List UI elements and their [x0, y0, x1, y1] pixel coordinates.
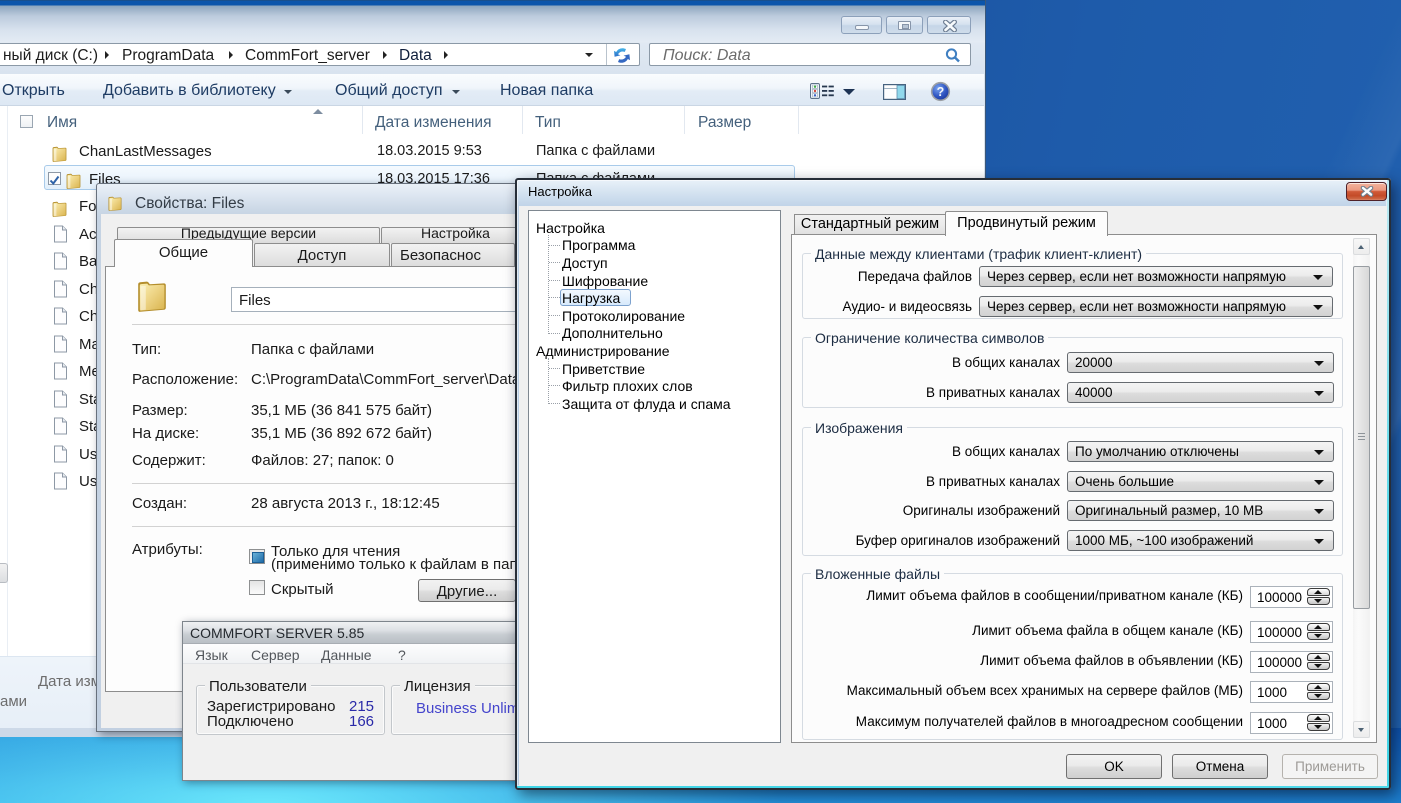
- svg-text:?: ?: [937, 85, 945, 99]
